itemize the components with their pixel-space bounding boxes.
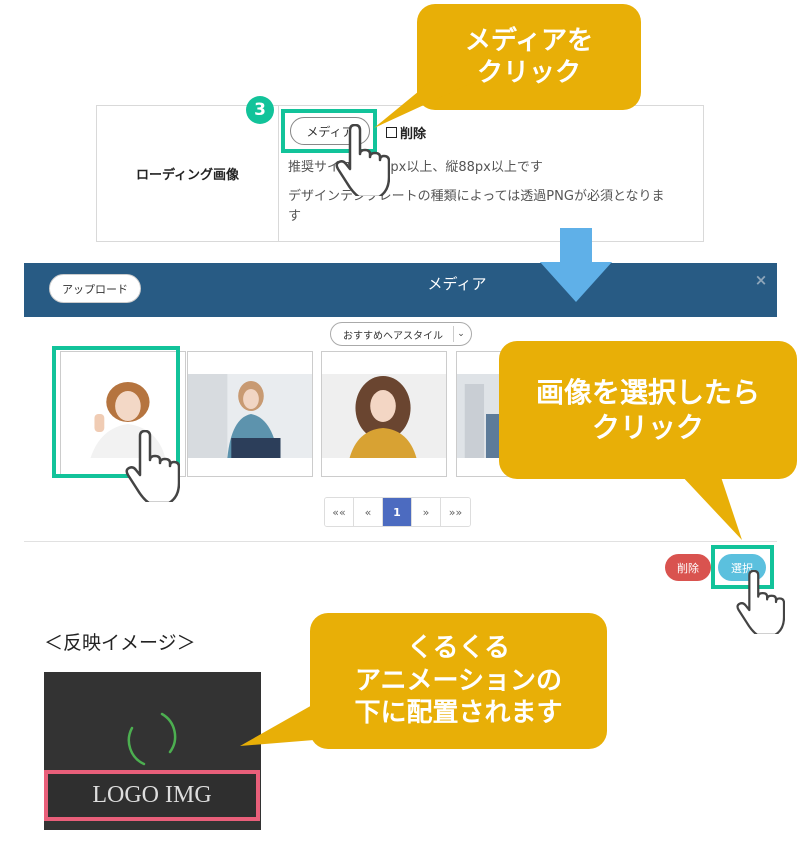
pagination: «« « 1 » »» — [324, 497, 471, 527]
pointer-hand-icon — [125, 430, 180, 502]
hairstyle-category-select[interactable]: おすすめヘアスタイル ⌄ — [330, 322, 472, 346]
delete-button[interactable]: 削除 — [665, 554, 711, 581]
prev-page-button[interactable]: « — [354, 498, 383, 526]
media-thumbnail[interactable] — [187, 351, 313, 477]
callout-pointer — [374, 82, 474, 128]
callout-pointer — [680, 474, 742, 540]
select-value: おすすめヘアスタイル — [343, 330, 443, 342]
recommended-size-note: 推奨サイズ：400px以上、縦88px以上です — [288, 160, 543, 175]
pointer-hand-icon — [736, 570, 785, 634]
callout-line: 画像を選択したら — [535, 376, 760, 409]
upload-button[interactable]: アップロード — [49, 274, 141, 303]
close-icon[interactable]: × — [752, 271, 770, 291]
logo-placeholder: LOGO IMG — [44, 770, 260, 821]
callout-line: くるくる — [407, 633, 510, 664]
callout-line: アニメーションの — [355, 665, 562, 696]
callout-line: クリック — [591, 411, 704, 444]
callout-pointer — [240, 704, 314, 746]
arrow-down-tip — [540, 262, 612, 302]
png-note-line2: す — [288, 209, 302, 224]
callout-line: 下に配置されます — [354, 698, 563, 729]
first-page-button[interactable]: «« — [325, 498, 354, 526]
row-label: ローディング画像 — [97, 106, 279, 241]
callout-spinner-note: くるくる アニメーションの 下に配置されます — [310, 613, 607, 749]
preview-label: ＜反映イメージ＞ — [44, 632, 196, 654]
media-thumbnail[interactable] — [321, 351, 447, 477]
step-number-badge: 3 — [246, 96, 274, 124]
modal-title: メディア — [427, 275, 487, 293]
chevron-down-icon[interactable]: ⌄ — [453, 326, 468, 342]
spinner-icon — [127, 712, 177, 766]
callout-line: メディアを — [464, 25, 594, 56]
next-page-button[interactable]: » — [412, 498, 441, 526]
callout-select-click: 画像を選択したら クリック — [499, 341, 797, 479]
last-page-button[interactable]: »» — [441, 498, 470, 526]
modal-footer-divider — [24, 541, 777, 542]
callout-line: クリック — [476, 58, 581, 88]
page-1-button[interactable]: 1 — [383, 498, 412, 526]
portrait-photo — [188, 374, 312, 458]
portrait-photo — [322, 374, 446, 458]
